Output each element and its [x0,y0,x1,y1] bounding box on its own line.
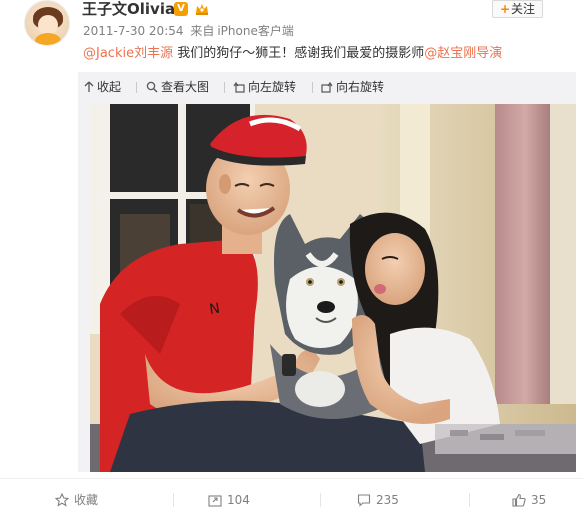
plus-icon: + [499,2,511,16]
thumbs-up-icon [512,493,526,507]
post-text: @Jackie刘丰源 我们的狗仔～狮王！感谢我们最爱的摄影师@赵宝刚导演 [83,45,502,63]
media-toolbar: 收起 查看大图 向左旋转 向右旋转 [78,72,576,102]
footer-divider [469,493,470,507]
rotate-right-button[interactable]: 向右旋转 [321,80,384,94]
post-photo[interactable]: N [90,104,576,472]
comment-count: 235 [376,493,399,507]
rotate-left-icon [233,81,245,93]
svg-text:N: N [208,301,221,318]
username[interactable]: 王子文Olivia [82,0,175,18]
collapse-label: 收起 [97,80,122,94]
repost-button[interactable]: 104 [208,493,250,507]
avatar-face [38,15,58,35]
post-footer: 收藏 104 235 35 [0,478,583,515]
post-date[interactable]: 2011-7-30 20:54 [83,24,184,38]
post-meta: 2011-7-30 20:54 来自 iPhone客户端 [83,24,294,38]
collapse-arrow-icon [84,81,94,92]
post-header: 王子文Olivia V 2011-7-30 20:54 来自 iPhone客户端 … [0,0,583,46]
comment-icon [357,494,371,507]
follow-label: 关注 [511,2,536,16]
toolbar-divider [224,82,225,93]
like-count: 35 [531,493,547,507]
view-large-button[interactable]: 查看大图 [146,80,209,94]
post-text-body: 我们的狗仔～狮王！感谢我们最爱的摄影师 [173,46,425,61]
footer-divider [173,493,174,507]
rotate-right-icon [321,81,333,93]
mention-link[interactable]: @赵宝刚导演 [424,46,502,61]
crown-icon[interactable] [194,1,210,17]
source-prefix: 来自 [190,24,215,38]
search-icon [146,81,158,93]
rotate-right-label: 向右旋转 [336,80,385,94]
follow-button[interactable]: +关注 [492,0,543,18]
verified-badge-icon[interactable]: V [174,2,188,16]
repost-count: 104 [227,493,250,507]
photo-illustration: N [90,104,576,472]
post-source[interactable]: iPhone客户端 [217,24,294,38]
favorite-label: 收藏 [74,493,99,507]
avatar-body [35,33,61,45]
avatar[interactable] [24,0,70,46]
favorite-button[interactable]: 收藏 [54,492,99,507]
view-large-label: 查看大图 [161,80,210,94]
media-panel: 收起 查看大图 向左旋转 向右旋转 N [78,72,576,472]
comment-button[interactable]: 235 [357,493,399,507]
like-button[interactable]: 35 [512,493,546,507]
collapse-button[interactable]: 收起 [84,80,121,94]
repost-icon [208,495,222,507]
rotate-left-label: 向左旋转 [248,80,297,94]
footer-divider [320,493,321,507]
star-icon [54,492,70,507]
toolbar-divider [312,82,313,93]
rotate-left-button[interactable]: 向左旋转 [233,80,296,94]
mention-link[interactable]: @Jackie刘丰源 [83,46,173,61]
toolbar-divider [136,82,137,93]
